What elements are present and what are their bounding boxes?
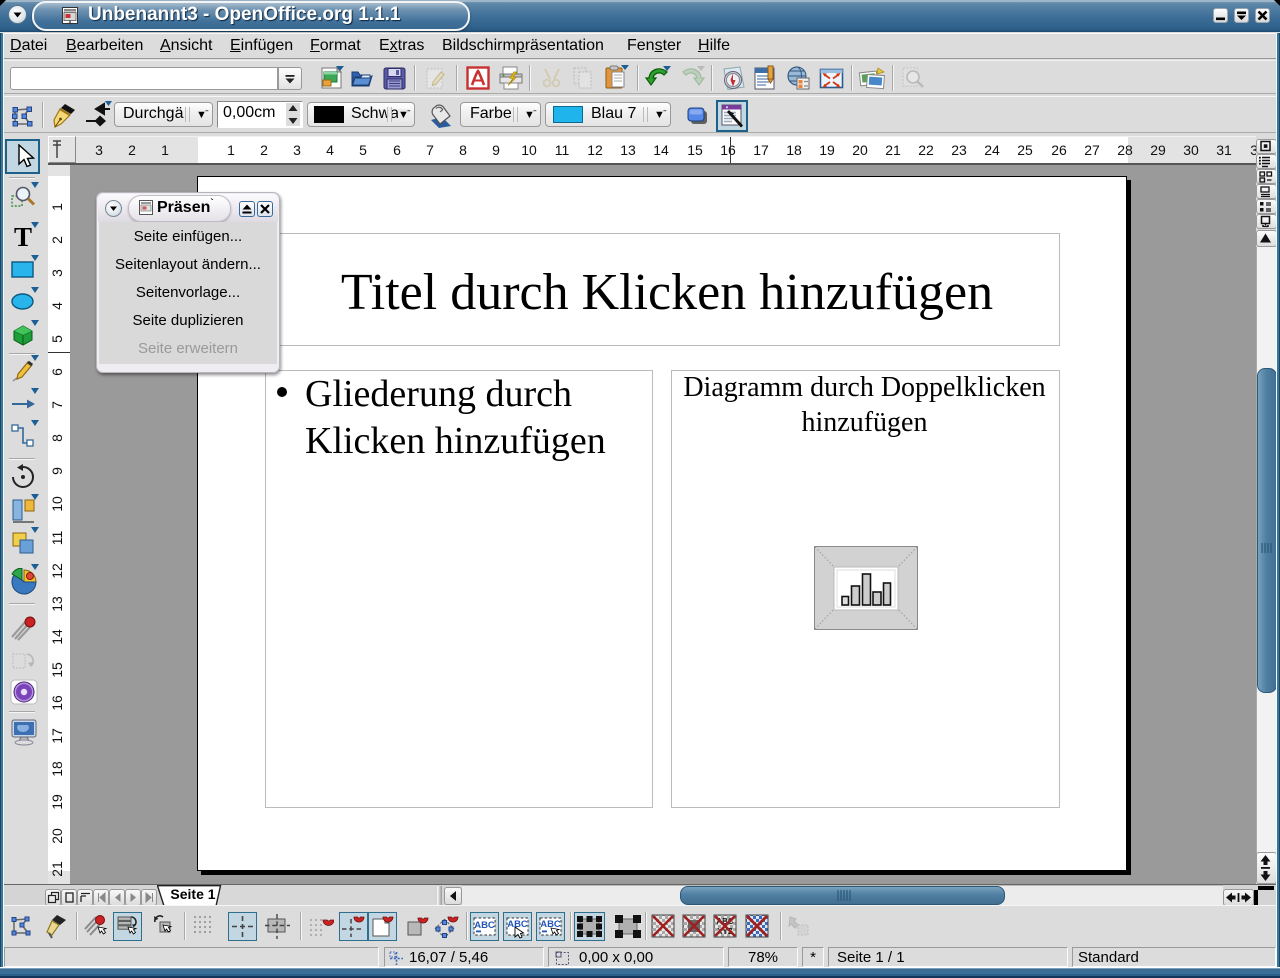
svg-text:ABC: ABC <box>474 920 495 931</box>
svg-text:ABC: ABC <box>540 919 561 930</box>
svg-text:T: T <box>14 224 32 250</box>
